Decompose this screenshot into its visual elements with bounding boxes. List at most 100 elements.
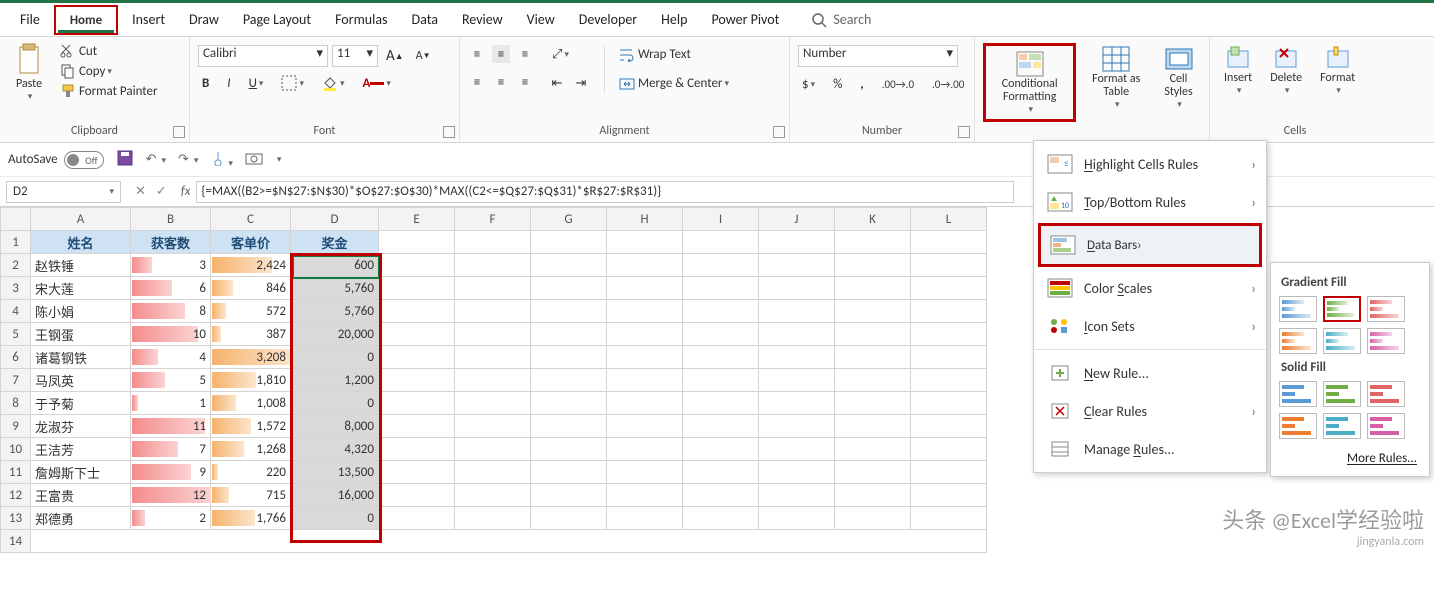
search-box[interactable]: Search	[811, 11, 871, 28]
cell-A2[interactable]: 赵铁锤	[31, 254, 131, 277]
cell[interactable]	[683, 300, 759, 323]
databar-solid-red[interactable]	[1367, 381, 1405, 407]
cell[interactable]	[759, 254, 835, 277]
cell[interactable]	[835, 231, 911, 254]
tab-insert[interactable]: Insert	[120, 5, 177, 34]
cell[interactable]	[607, 277, 683, 300]
cell[interactable]	[911, 392, 987, 415]
alignment-dialog-launcher[interactable]	[773, 126, 785, 138]
undo-button[interactable]: ↶ ▾	[146, 152, 166, 167]
formula-input[interactable]: {=MAX((B2>=$N$27:$N$30)*$O$27:$O$30)*MAX…	[196, 181, 1014, 203]
camera-button[interactable]	[245, 151, 263, 169]
cell[interactable]	[911, 438, 987, 461]
align-bottom-button[interactable]: ≡	[516, 45, 534, 63]
cell[interactable]	[911, 369, 987, 392]
select-all-corner[interactable]	[1, 208, 31, 231]
cell[interactable]	[683, 346, 759, 369]
databar-solid-green[interactable]	[1323, 381, 1361, 407]
wrap-text-button[interactable]: Wrap Text	[615, 45, 733, 64]
increase-font-button[interactable]: A▲	[382, 45, 408, 67]
cell-A8[interactable]: 于予菊	[31, 392, 131, 415]
cell[interactable]	[759, 323, 835, 346]
increase-decimal-button[interactable]: .00→.0	[878, 76, 918, 93]
databar-solid-orange[interactable]	[1279, 413, 1317, 439]
cell[interactable]	[607, 484, 683, 507]
font-size-combo[interactable]: 11 ▾	[332, 45, 378, 67]
cell[interactable]	[759, 231, 835, 254]
cell[interactable]	[455, 461, 531, 484]
cf-highlight-rules[interactable]: ≤ Highlight Cells Rules›	[1034, 145, 1266, 183]
tab-developer[interactable]: Developer	[567, 5, 649, 34]
cell-A9[interactable]: 龙淑芬	[31, 415, 131, 438]
cell[interactable]	[911, 461, 987, 484]
more-rules-link[interactable]: More Rules...	[1279, 445, 1421, 468]
databar-gradient-purple[interactable]	[1367, 328, 1405, 354]
cell[interactable]	[531, 415, 607, 438]
save-button[interactable]	[116, 149, 134, 171]
tab-power-pivot[interactable]: Power Pivot	[699, 5, 791, 34]
cell-A11[interactable]: 詹姆斯下士	[31, 461, 131, 484]
cell[interactable]	[759, 392, 835, 415]
cell[interactable]	[607, 254, 683, 277]
tab-view[interactable]: View	[515, 5, 567, 34]
col-header-E[interactable]: E	[379, 208, 455, 231]
databar-gradient-orange[interactable]	[1279, 328, 1317, 354]
cell-A4[interactable]: 陈小娟	[31, 300, 131, 323]
cell[interactable]	[607, 507, 683, 530]
cell[interactable]	[607, 231, 683, 254]
cf-icon-sets[interactable]: Icon Sets›	[1034, 307, 1266, 345]
cell[interactable]	[607, 415, 683, 438]
cell-A13[interactable]: 郑德勇	[31, 507, 131, 530]
cell[interactable]	[683, 369, 759, 392]
cell[interactable]	[531, 300, 607, 323]
cell[interactable]	[835, 438, 911, 461]
cell-D13[interactable]: 0	[291, 507, 379, 530]
name-box[interactable]: D2▾	[6, 181, 121, 203]
align-center-button[interactable]: ≡	[492, 73, 510, 91]
autosave-toggle[interactable]: AutoSave Off	[8, 151, 104, 169]
cell-C7[interactable]: 1,810	[211, 369, 291, 392]
col-header-K[interactable]: K	[835, 208, 911, 231]
format-cells-button[interactable]: Format▾	[1314, 43, 1361, 98]
percent-format-button[interactable]: %	[829, 75, 846, 94]
tab-draw[interactable]: Draw	[177, 5, 231, 34]
cell[interactable]	[607, 392, 683, 415]
cell[interactable]	[683, 231, 759, 254]
cell-B4[interactable]: 8	[131, 300, 211, 323]
cell[interactable]	[835, 300, 911, 323]
merge-center-button[interactable]: Merge & Center ▾	[615, 74, 733, 93]
cell-B1[interactable]: 获客数	[131, 231, 211, 254]
cell-D6[interactable]: 0	[291, 346, 379, 369]
cell-A5[interactable]: 王钢蛋	[31, 323, 131, 346]
col-header-F[interactable]: F	[455, 208, 531, 231]
databar-gradient-blue[interactable]	[1279, 296, 1317, 322]
cell[interactable]	[683, 415, 759, 438]
cell[interactable]	[835, 507, 911, 530]
cell-B9[interactable]: 11	[131, 415, 211, 438]
cell[interactable]	[379, 254, 455, 277]
cell-C9[interactable]: 1,572	[211, 415, 291, 438]
cell-D8[interactable]: 0	[291, 392, 379, 415]
cell[interactable]	[531, 461, 607, 484]
cell[interactable]	[759, 461, 835, 484]
qat-customize[interactable]: ▾	[277, 154, 282, 165]
cell[interactable]	[455, 300, 531, 323]
cell[interactable]	[683, 323, 759, 346]
row-header-14[interactable]: 14	[1, 530, 31, 553]
tab-file[interactable]: File	[8, 5, 52, 34]
tab-data[interactable]: Data	[400, 5, 450, 34]
cell[interactable]	[759, 415, 835, 438]
cell-C13[interactable]: 1,766	[211, 507, 291, 530]
cell-C3[interactable]: 846	[211, 277, 291, 300]
cell[interactable]	[531, 277, 607, 300]
cf-data-bars[interactable]: Data Bars›	[1041, 226, 1259, 264]
fill-color-button[interactable]: ▾	[318, 73, 349, 93]
cell[interactable]	[531, 323, 607, 346]
cell[interactable]	[531, 392, 607, 415]
cell-C2[interactable]: 2,424	[211, 254, 291, 277]
cell[interactable]	[835, 415, 911, 438]
decrease-indent-button[interactable]: ⇤	[548, 74, 566, 92]
cell[interactable]	[455, 231, 531, 254]
cell-D2[interactable]: 600	[291, 254, 379, 277]
cell-A7[interactable]: 马凤英	[31, 369, 131, 392]
